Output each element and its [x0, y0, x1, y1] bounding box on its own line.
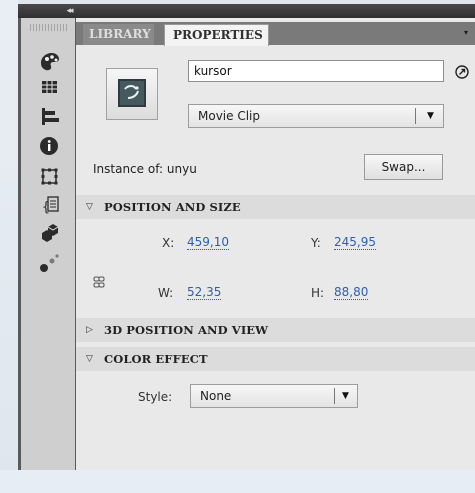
components-icon[interactable] [33, 216, 65, 248]
y-value[interactable]: 245,95 [334, 236, 376, 250]
lock-aspect-icon[interactable] [91, 274, 107, 290]
svg-text:{: { [42, 200, 50, 215]
toolbar-grip[interactable] [30, 24, 68, 31]
w-value[interactable]: 52,35 [187, 286, 222, 300]
instance-of-label: Instance of: [93, 162, 164, 176]
align-icon[interactable] [33, 100, 65, 132]
chevron-down-icon: ▽ [86, 202, 93, 212]
motion-presets-icon[interactable] [33, 246, 65, 278]
style-value: None [200, 389, 232, 403]
h-value[interactable]: 88,80 [334, 286, 369, 300]
chevron-right-icon: ▷ [86, 325, 93, 335]
y-label: Y: [311, 236, 321, 250]
section-position-size[interactable]: ▽ POSITION AND SIZE [76, 195, 475, 219]
chevron-down-icon: ▼ [427, 111, 434, 121]
w-label: W: [158, 286, 174, 300]
chevron-down-icon: ▼ [342, 391, 349, 401]
style-label: Style: [138, 390, 173, 404]
panel-menu-icon[interactable]: ▾ [464, 28, 472, 37]
info-icon[interactable] [33, 130, 65, 162]
x-value[interactable]: 459,10 [187, 236, 229, 250]
chevron-down-icon: ▽ [86, 354, 93, 364]
instance-of-row: Instance of: unyu [93, 162, 197, 176]
section-color-effect[interactable]: ▽ COLOR EFFECT [76, 347, 475, 371]
background-bottom [0, 470, 475, 493]
style-select[interactable]: None ▼ [190, 384, 358, 408]
collapse-icon[interactable]: ◂◂ [63, 4, 75, 18]
symbol-type-value: Movie Clip [198, 109, 260, 123]
instance-name-input[interactable]: kursor [188, 60, 444, 82]
swap-button[interactable]: Swap... [364, 154, 443, 180]
select-separator [334, 388, 335, 404]
movie-clip-symbol-icon [106, 68, 158, 120]
symbol-type-select[interactable]: Movie Clip ▼ [188, 104, 444, 128]
instance-of-value: unyu [166, 162, 197, 176]
section-title: 3D POSITION AND VIEW [104, 323, 269, 337]
link-icon[interactable] [455, 64, 469, 79]
tab-library[interactable]: LIBRARY [83, 24, 154, 45]
section-title: COLOR EFFECT [104, 352, 208, 366]
select-separator [415, 108, 416, 124]
section-3d-position-view[interactable]: ▷ 3D POSITION AND VIEW [76, 318, 475, 342]
h-label: H: [311, 286, 325, 300]
panel-titlebar [18, 4, 475, 18]
background-left [0, 0, 18, 493]
section-title: POSITION AND SIZE [104, 200, 241, 214]
tab-properties[interactable]: PROPERTIES [164, 24, 269, 46]
x-label: X: [162, 236, 175, 250]
